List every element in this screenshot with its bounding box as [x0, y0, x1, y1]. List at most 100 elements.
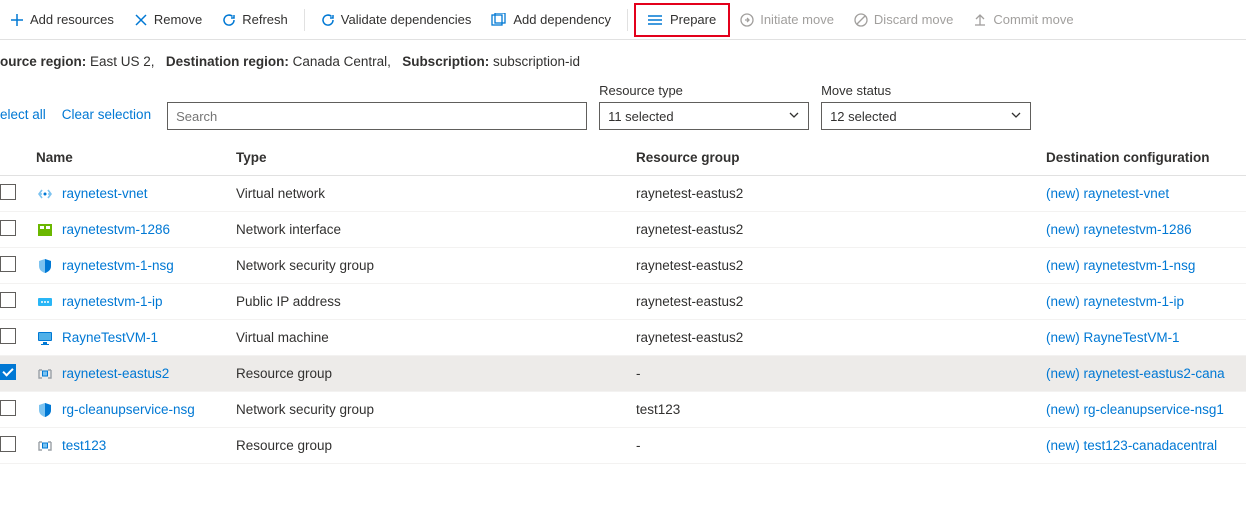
rgrp-icon [36, 437, 54, 455]
resource-group-text: raynetest-eastus2 [636, 186, 743, 201]
row-checkbox[interactable] [0, 184, 16, 200]
resource-type-text: Virtual machine [236, 330, 329, 345]
add-dependency-button[interactable]: Add dependency [481, 8, 621, 31]
table-row: test123 Resource group - (new) test123-c… [0, 428, 1246, 464]
commit-label: Commit move [993, 12, 1073, 27]
add-dependency-icon [491, 13, 507, 27]
table-row: rg-cleanupservice-nsg Network security g… [0, 392, 1246, 428]
table-row: RayneTestVM-1 Virtual machine raynetest-… [0, 320, 1246, 356]
column-header-resource-group[interactable]: Resource group [628, 140, 1038, 176]
resource-group-text: raynetest-eastus2 [636, 258, 743, 273]
chevron-down-icon [788, 109, 800, 124]
discard-icon [854, 13, 868, 27]
destination-region-label: Destination region: [166, 54, 289, 69]
resource-name-link[interactable]: raynetest-eastus2 [62, 366, 169, 381]
search-input[interactable] [167, 102, 587, 130]
select-all-link[interactable]: elect all [0, 107, 50, 130]
resource-type-text: Network interface [236, 222, 341, 237]
source-region-label: ource region: [0, 54, 86, 69]
toolbar: Add resources Remove Refresh Validate de… [0, 0, 1246, 40]
resource-name-link[interactable]: raynetestvm-1-ip [62, 294, 163, 309]
row-checkbox[interactable] [0, 400, 16, 416]
table-row: raynetestvm-1-ip Public IP address rayne… [0, 284, 1246, 320]
validate-dependencies-button[interactable]: Validate dependencies [311, 8, 482, 31]
move-status-dropdown[interactable]: 12 selected [821, 102, 1031, 130]
subscription-label: Subscription: [402, 54, 489, 69]
resource-type-dropdown[interactable]: 11 selected [599, 102, 809, 130]
refresh-icon [222, 13, 236, 27]
initiate-move-button[interactable]: Initiate move [730, 8, 844, 31]
resource-group-text: raynetest-eastus2 [636, 294, 743, 309]
refresh-button[interactable]: Refresh [212, 8, 298, 31]
destination-config-link[interactable]: (new) RayneTestVM-1 [1046, 330, 1180, 345]
row-checkbox[interactable] [0, 364, 16, 380]
destination-config-link[interactable]: (new) raynetestvm-1-nsg [1046, 258, 1195, 273]
discard-label: Discard move [874, 12, 953, 27]
destination-config-link[interactable]: (new) rg-cleanupservice-nsg1 [1046, 402, 1224, 417]
commit-move-button[interactable]: Commit move [963, 8, 1083, 31]
nic-icon [36, 221, 54, 239]
column-header-name[interactable]: Name [28, 140, 228, 176]
add-dependency-label: Add dependency [513, 12, 611, 27]
resource-type-filter-label: Resource type [599, 83, 809, 98]
resource-type-text: Network security group [236, 258, 374, 273]
destination-config-link[interactable]: (new) raynetestvm-1286 [1046, 222, 1192, 237]
resource-name-link[interactable]: RayneTestVM-1 [62, 330, 158, 345]
resource-type-text: Resource group [236, 438, 332, 453]
row-checkbox[interactable] [0, 328, 16, 344]
resource-name-link[interactable]: test123 [62, 438, 106, 453]
source-region-value: East US 2, [90, 54, 155, 69]
resource-group-text: raynetest-eastus2 [636, 222, 743, 237]
add-resources-button[interactable]: Add resources [0, 8, 124, 31]
destination-config-link[interactable]: (new) raynetestvm-1-ip [1046, 294, 1184, 309]
initiate-icon [740, 13, 754, 27]
row-checkbox[interactable] [0, 256, 16, 272]
resource-type-value: 11 selected [608, 109, 674, 124]
resource-group-text: raynetest-eastus2 [636, 330, 743, 345]
plus-icon [10, 13, 24, 27]
row-checkbox[interactable] [0, 220, 16, 236]
refresh-label: Refresh [242, 12, 288, 27]
remove-label: Remove [154, 12, 202, 27]
discard-move-button[interactable]: Discard move [844, 8, 963, 31]
commit-icon [973, 13, 987, 27]
resource-type-text: Resource group [236, 366, 332, 381]
nsg-icon [36, 401, 54, 419]
move-status-filter-label: Move status [821, 83, 1031, 98]
vm-icon [36, 329, 54, 347]
column-header-destination[interactable]: Destination configuration [1038, 140, 1246, 176]
table-row: raynetest-eastus2 Resource group - (new)… [0, 356, 1246, 392]
resource-name-link[interactable]: raynetest-vnet [62, 186, 148, 201]
row-checkbox[interactable] [0, 436, 16, 452]
table-row: raynetestvm-1-nsg Network security group… [0, 248, 1246, 284]
row-checkbox[interactable] [0, 292, 16, 308]
prepare-button[interactable]: Prepare [644, 8, 720, 31]
toolbar-divider [304, 9, 305, 31]
column-header-type[interactable]: Type [228, 140, 628, 176]
destination-config-link[interactable]: (new) raynetest-vnet [1046, 186, 1169, 201]
resource-name-link[interactable]: raynetestvm-1-nsg [62, 258, 174, 273]
table-row: raynetest-vnet Virtual network raynetest… [0, 176, 1246, 212]
destination-config-link[interactable]: (new) test123-canadacentral [1046, 438, 1217, 453]
initiate-label: Initiate move [760, 12, 834, 27]
resource-group-text: - [636, 438, 641, 453]
filter-row: elect all Clear selection Resource type … [0, 83, 1246, 140]
x-icon [134, 13, 148, 27]
resource-name-link[interactable]: rg-cleanupservice-nsg [62, 402, 195, 417]
validate-label: Validate dependencies [341, 12, 472, 27]
chevron-down-icon [1010, 109, 1022, 124]
resource-type-text: Virtual network [236, 186, 325, 201]
remove-button[interactable]: Remove [124, 8, 212, 31]
vnet-icon [36, 185, 54, 203]
destination-region-value: Canada Central, [293, 54, 391, 69]
toolbar-divider-2 [627, 9, 628, 31]
resource-group-text: - [636, 366, 641, 381]
clear-selection-link[interactable]: Clear selection [62, 107, 155, 130]
resource-type-text: Public IP address [236, 294, 341, 309]
resource-group-text: test123 [636, 402, 680, 417]
resource-type-text: Network security group [236, 402, 374, 417]
nsg-icon [36, 257, 54, 275]
table-row: raynetestvm-1286 Network interface rayne… [0, 212, 1246, 248]
resource-name-link[interactable]: raynetestvm-1286 [62, 222, 170, 237]
destination-config-link[interactable]: (new) raynetest-eastus2-cana [1046, 366, 1225, 381]
